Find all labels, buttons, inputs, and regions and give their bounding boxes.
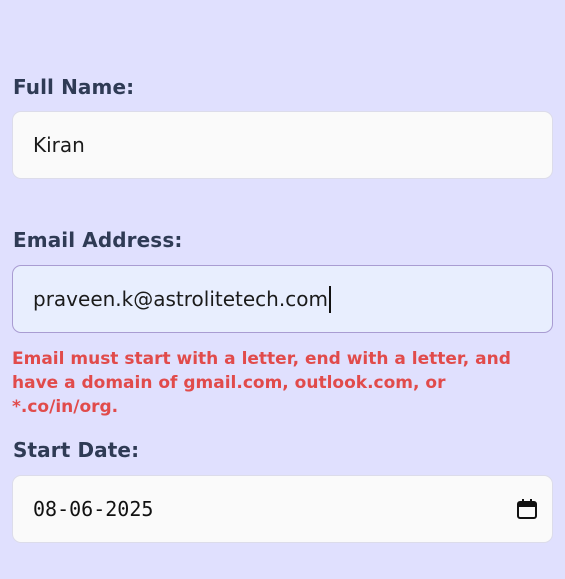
calendar-icon[interactable] <box>516 498 538 520</box>
start-date-value: 08-06-2025 <box>33 497 154 521</box>
start-date-input[interactable]: 08-06-2025 <box>12 475 553 543</box>
text-caret <box>328 285 331 313</box>
email-value: praveen.k@astrolitetech.com <box>33 287 328 311</box>
email-label: Email Address: <box>13 228 183 252</box>
email-input[interactable]: praveen.k@astrolitetech.com <box>12 265 553 333</box>
email-error-message: Email must start with a letter, end with… <box>12 349 511 417</box>
full-name-label: Full Name: <box>13 75 135 99</box>
full-name-value: Kiran <box>33 133 85 157</box>
start-date-label: Start Date: <box>13 438 140 462</box>
full-name-input[interactable]: Kiran <box>12 111 553 179</box>
